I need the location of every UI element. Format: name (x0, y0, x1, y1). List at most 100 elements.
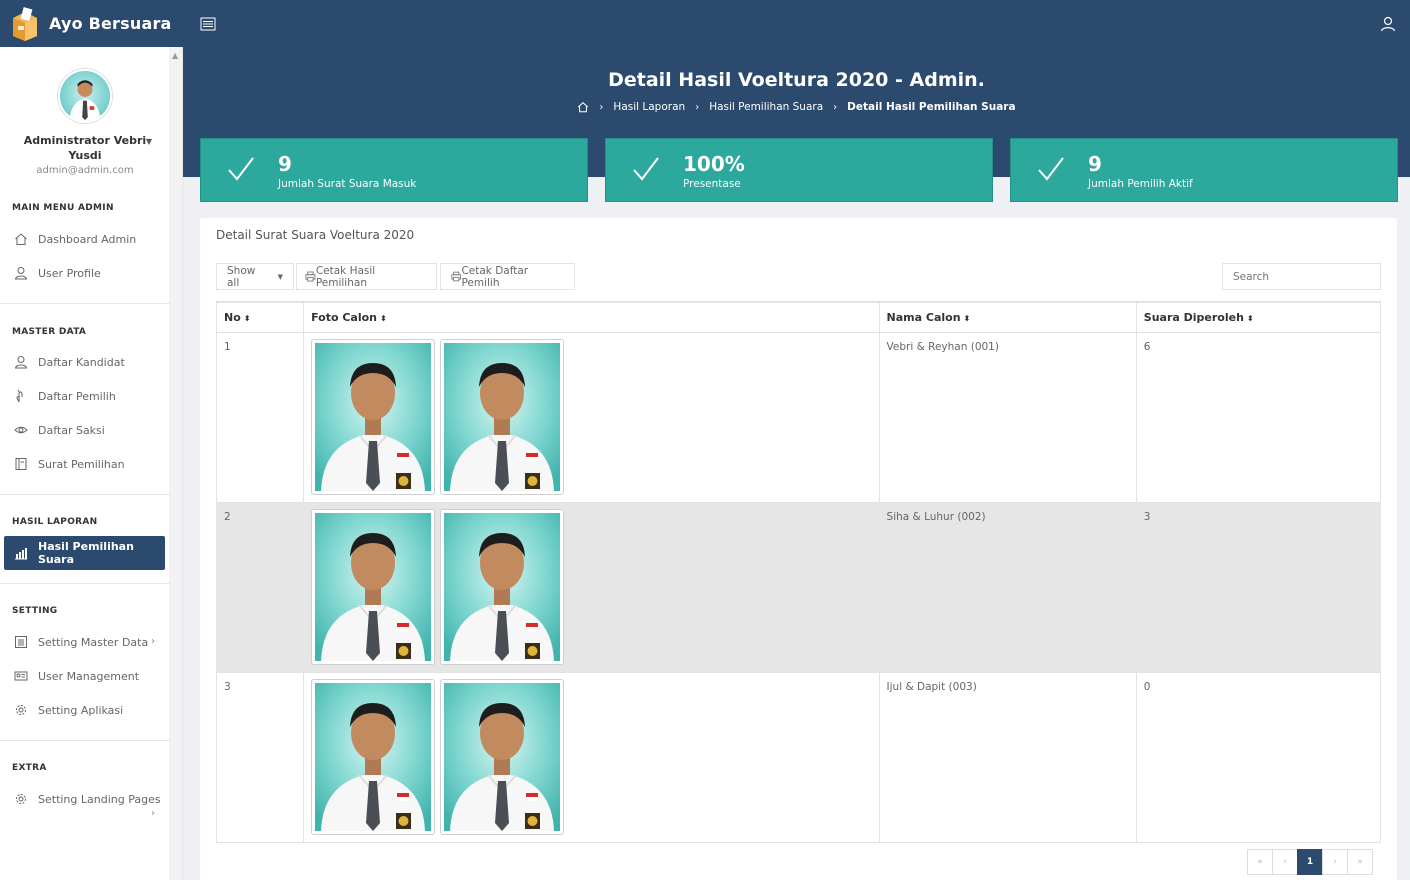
column-header-nama-calon[interactable]: Nama Calon ⬍ (878, 301, 1137, 333)
page-prev-button[interactable]: ‹ (1272, 849, 1298, 875)
column-header-foto-calon[interactable]: Foto Calon ⬍ (303, 301, 880, 333)
profile-name: Administrator Vebri Yusdi (23, 134, 147, 162)
stat-card-pemilih-aktif: 9 Jumlah Pemilih Aktif (1010, 138, 1398, 202)
table-row: 1 Vebri & Reyhan (001) 6 (215, 331, 1382, 503)
ballot-box-logo-icon (13, 6, 37, 41)
user-account-icon[interactable] (1380, 16, 1396, 32)
table-row: 2 Siha & Luhur (002) 3 (215, 501, 1382, 673)
candidate-photo[interactable] (440, 338, 565, 495)
grid-icon (14, 635, 28, 649)
stat-value: 9 (278, 152, 292, 176)
table-header-row: No ⬍ Foto Calon ⬍ Nama Calon ⬍ Suara Dipero… (215, 301, 1382, 333)
divider (0, 740, 170, 741)
sidebar: ▲ Administrator Vebri Yusdi ▼ admin@admi… (0, 47, 183, 880)
candidate-photo[interactable] (311, 338, 436, 495)
stat-card-surat-suara: 9 Jumlah Surat Suara Masuk (200, 138, 588, 202)
sidebar-item-setting-landing-pages[interactable]: Setting Landing Pages › (4, 782, 165, 819)
user-icon (14, 355, 28, 369)
candidate-photo[interactable] (440, 678, 565, 835)
checkmark-icon (1038, 157, 1064, 181)
cell-votes: 6 (1135, 331, 1382, 503)
sidebar-item-label: Hasil Pemilihan Suara (38, 540, 134, 566)
column-header-suara-diperoleh[interactable]: Suara Diperoleh ⬍ (1135, 301, 1382, 333)
cell-photos (303, 501, 880, 673)
user-icon (14, 266, 28, 280)
breadcrumb: › Hasil Laporan › Hasil Pemilihan Suara … (183, 101, 1410, 113)
sidebar-item-user-profile[interactable]: User Profile (4, 256, 165, 290)
sidebar-item-hasil-pemilihan-suara[interactable]: Hasil Pemilihan Suara (4, 536, 165, 570)
caret-down-icon[interactable]: ▼ (146, 137, 152, 146)
cell-photos (303, 671, 880, 843)
home-icon (14, 232, 28, 246)
document-icon (14, 457, 28, 471)
section-title-main-menu: MAIN MENU ADMIN (12, 203, 114, 213)
sort-icon: ⬍ (1246, 313, 1254, 323)
print-voters-label: Cetak Daftar Pemilih (461, 264, 529, 289)
sidebar-scrollbar[interactable]: ▲ (169, 47, 182, 880)
section-title-setting: SETTING (12, 606, 58, 616)
sort-icon: ⬍ (380, 313, 387, 323)
home-icon[interactable] (577, 101, 589, 113)
page-title: Detail Hasil Voeltura 2020 - Admin. (608, 69, 985, 91)
results-table: No ⬍ Foto Calon ⬍ Nama Calon ⬍ Suara Dipero… (215, 301, 1382, 843)
candidate-photo[interactable] (311, 508, 436, 665)
chevron-right-icon: › (151, 636, 155, 647)
sidebar-item-dashboard[interactable]: Dashboard Admin (4, 222, 165, 256)
eye-icon (14, 423, 28, 437)
candidate-photo[interactable] (440, 508, 565, 665)
breadcrumb-hasil-laporan[interactable]: Hasil Laporan (613, 101, 685, 113)
sidebar-item-setting-master-data[interactable]: Setting Master Data › (4, 625, 165, 659)
id-card-icon (14, 669, 28, 683)
sidebar-item-daftar-pemilih[interactable]: Daftar Pemilih (4, 379, 165, 413)
sidebar-item-user-management[interactable]: User Management (4, 659, 165, 693)
sidebar-item-daftar-saksi[interactable]: Daftar Saksi (4, 413, 165, 447)
cell-no: 2 (215, 501, 305, 673)
scroll-up-icon[interactable]: ▲ (172, 51, 178, 60)
checkmark-icon (633, 157, 659, 181)
page-current-button[interactable]: 1 (1297, 849, 1323, 875)
pagination: « ‹ 1 › » (1247, 849, 1373, 875)
stat-value: 100% (683, 152, 745, 176)
sidebar-item-daftar-kandidat[interactable]: Daftar Kandidat (4, 345, 165, 379)
page-last-button[interactable]: » (1347, 849, 1373, 875)
card-title: Detail Surat Suara Voeltura 2020 (216, 228, 415, 242)
hand-icon (14, 389, 28, 403)
sidebar-item-setting-aplikasi[interactable]: Setting Aplikasi (4, 693, 165, 727)
stat-label: Jumlah Surat Suara Masuk (278, 178, 417, 190)
breadcrumb-current: Detail Hasil Pemilihan Suara (847, 101, 1016, 113)
stat-label: Presentase (683, 178, 741, 190)
cell-name: Siha & Luhur (002) (878, 501, 1137, 673)
page-next-button[interactable]: › (1322, 849, 1348, 875)
sidebar-item-label: Setting Aplikasi (38, 703, 124, 717)
column-header-no[interactable]: No ⬍ (215, 301, 305, 333)
breadcrumb-hasil-pemilihan-suara[interactable]: Hasil Pemilihan Suara (709, 101, 823, 113)
stat-card-presentase: 100% Presentase (605, 138, 993, 202)
sidebar-item-surat-pemilihan[interactable]: Surat Pemilihan (4, 447, 165, 481)
divider (0, 494, 170, 495)
menu-toggle-icon[interactable] (200, 17, 216, 31)
section-title-extra: EXTRA (12, 763, 47, 773)
sidebar-item-label: User Profile (38, 266, 101, 280)
sort-icon: ⬍ (243, 313, 251, 323)
candidate-photo[interactable] (311, 678, 436, 835)
top-bar: Ayo Bersuara (0, 0, 1410, 47)
sidebar-item-label: Setting Landing Pages (38, 792, 161, 806)
page-first-button[interactable]: « (1247, 849, 1273, 875)
gear-icon (14, 792, 28, 806)
breadcrumb-separator-icon: › (695, 101, 700, 113)
print-results-button[interactable]: Cetak Hasil Pemilihan (296, 263, 437, 290)
avatar[interactable] (58, 69, 112, 123)
stat-value: 9 (1088, 152, 1102, 176)
section-title-master-data: MASTER DATA (12, 327, 87, 337)
checkmark-icon (228, 157, 254, 181)
cell-no: 1 (215, 331, 305, 503)
sort-icon: ⬍ (963, 313, 971, 323)
search-input[interactable] (1222, 263, 1381, 290)
print-icon (451, 271, 462, 282)
sidebar-item-label: Daftar Pemilih (38, 389, 116, 403)
section-title-hasil-laporan: HASIL LAPORAN (12, 517, 98, 527)
brand[interactable]: Ayo Bersuara (0, 0, 183, 47)
show-all-dropdown[interactable]: Show all ▼ (216, 263, 294, 290)
cell-name: Ijul & Dapit (003) (878, 671, 1137, 843)
print-voters-button[interactable]: Cetak Daftar Pemilih (440, 263, 575, 290)
